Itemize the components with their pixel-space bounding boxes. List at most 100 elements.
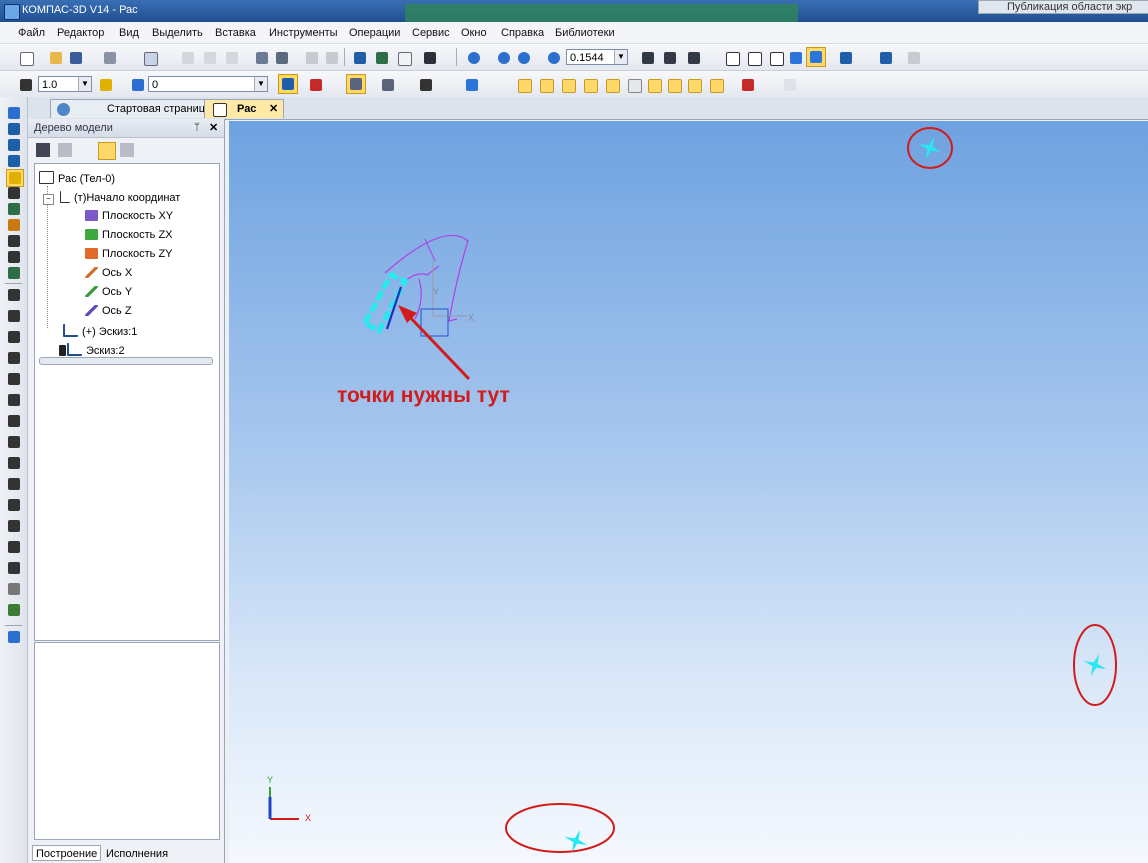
tree-node-plane-zx[interactable]: Плоскость ZX	[85, 229, 173, 241]
sketch-mode-icon[interactable]	[278, 74, 298, 94]
ortho-icon[interactable]	[416, 75, 436, 95]
segment-icon[interactable]	[6, 308, 22, 324]
tree-node-root[interactable]: Рас (Тел-0)	[39, 171, 115, 185]
snap-point-icon[interactable]	[514, 75, 534, 95]
tree-node-plane-xy[interactable]: Плоскость XY	[85, 210, 173, 222]
selected-edge[interactable]	[361, 271, 409, 335]
nurbs-icon[interactable]	[6, 497, 22, 513]
layer-input[interactable]: 0 ▼	[148, 76, 268, 92]
rotate-icon[interactable]	[660, 48, 680, 68]
export-icon[interactable]	[6, 629, 22, 645]
tab-start-page[interactable]: Стартовая страница	[50, 99, 222, 118]
copy-icon[interactable]	[6, 581, 22, 597]
menu-file[interactable]: Файл	[18, 27, 45, 39]
menu-libraries[interactable]: Библиотеки	[555, 27, 615, 39]
grid-icon[interactable]	[378, 75, 398, 95]
pan-icon[interactable]	[638, 48, 658, 68]
tab-executions[interactable]: Исполнения	[102, 845, 172, 861]
chamfer-icon[interactable]	[6, 413, 22, 429]
snap-end-icon[interactable]	[536, 75, 556, 95]
tree-view-icon[interactable]	[98, 142, 116, 160]
tree-node-origin[interactable]: − (т)Начало координат	[43, 191, 180, 205]
model-viewport[interactable]: Y X Y X точки нужны тут	[229, 121, 1148, 863]
menu-service[interactable]: Сервис	[412, 27, 450, 39]
pin-icon[interactable]: ᛘ	[194, 119, 200, 137]
snap-circle-icon[interactable]	[684, 75, 704, 95]
spline-icon[interactable]	[6, 265, 22, 281]
menu-tools[interactable]: Инструменты	[269, 27, 338, 39]
edit-part-icon[interactable]	[6, 105, 22, 121]
polyline-icon[interactable]	[6, 455, 22, 471]
snap-magnet-icon[interactable]	[738, 75, 758, 95]
list-icon[interactable]	[272, 48, 292, 68]
menu-editor[interactable]: Редактор	[57, 27, 104, 39]
surface-icon[interactable]	[6, 153, 22, 169]
copy-icon[interactable]	[200, 48, 220, 68]
magnet-snap-icon[interactable]	[306, 75, 326, 95]
step-cursor-icon[interactable]	[16, 75, 36, 95]
measure-icon[interactable]	[6, 233, 22, 249]
orientation-icon[interactable]	[6, 121, 22, 137]
help-pointer-icon[interactable]	[420, 48, 440, 68]
rect-icon[interactable]	[6, 518, 22, 534]
tree-order-icon[interactable]	[58, 143, 72, 157]
snap-tangent-icon[interactable]	[580, 75, 600, 95]
zoom-in-icon[interactable]	[494, 48, 514, 68]
parametric-icon[interactable]	[346, 74, 366, 94]
circle-icon[interactable]	[6, 350, 22, 366]
point-icon[interactable]	[6, 287, 22, 303]
taskbar-item[interactable]	[405, 4, 798, 22]
tree-node-axis-y[interactable]: Ось Y	[85, 286, 132, 298]
hidden-thin-icon[interactable]	[766, 48, 786, 68]
chevron-down-icon[interactable]: ▼	[254, 77, 267, 91]
perspective-icon[interactable]	[836, 48, 856, 68]
preview-icon[interactable]	[140, 48, 160, 68]
variables-icon[interactable]	[372, 48, 392, 68]
offset-icon[interactable]	[6, 434, 22, 450]
paint-icon[interactable]	[6, 602, 22, 618]
zoom-out-icon[interactable]	[514, 48, 534, 68]
snap-curve-icon[interactable]	[706, 75, 726, 95]
tree-node-sketch1[interactable]: (+) Эскиз:1	[63, 324, 137, 338]
hidden-lines-icon[interactable]	[744, 48, 764, 68]
layer-icon[interactable]	[128, 75, 148, 95]
tree-node-axis-x[interactable]: Ось X	[85, 267, 132, 279]
zoom-scale-input[interactable]: 0.1544 ▼	[566, 49, 628, 65]
text-icon[interactable]	[6, 249, 22, 265]
menu-select[interactable]: Выделить	[152, 27, 203, 39]
snap-mid-icon[interactable]	[664, 75, 684, 95]
tree-node-plane-zy[interactable]: Плоскость ZY	[85, 248, 173, 260]
tree-list-icon[interactable]	[120, 143, 134, 157]
point-marker-right[interactable]	[1080, 650, 1111, 681]
publication-tab[interactable]: Публикация области экр	[978, 0, 1148, 14]
close-icon[interactable]: ✕	[269, 100, 278, 119]
new-file-icon[interactable]	[16, 48, 36, 68]
disabled-snap-icon[interactable]	[780, 75, 800, 95]
cut-icon[interactable]	[178, 48, 198, 68]
tab-build[interactable]: Построение	[32, 845, 102, 861]
filter-icon[interactable]	[876, 48, 896, 68]
menu-window[interactable]: Окно	[461, 27, 487, 39]
redo-icon[interactable]	[322, 48, 342, 68]
tree-node-sketch2[interactable]: Эскиз:2	[59, 343, 125, 357]
open-folder-icon[interactable]	[46, 48, 66, 68]
chevron-down-icon[interactable]: ▼	[614, 50, 627, 64]
zoom-window-icon[interactable]	[464, 48, 484, 68]
wireframe-icon[interactable]	[722, 48, 742, 68]
constraint-icon[interactable]	[6, 201, 22, 217]
print-icon[interactable]	[100, 48, 120, 68]
menu-insert[interactable]: Вставка	[215, 27, 256, 39]
drawing-icon[interactable]	[904, 48, 924, 68]
hatch-icon[interactable]	[6, 560, 22, 576]
shaded-icon[interactable]	[786, 48, 806, 68]
point-marker-top[interactable]	[915, 133, 946, 164]
menu-help[interactable]: Справка	[501, 27, 544, 39]
chevron-down-icon[interactable]: ▼	[78, 77, 91, 91]
fillet-icon[interactable]	[6, 392, 22, 408]
step-input[interactable]: 1.0 ▼	[38, 76, 92, 92]
filter-icon[interactable]	[6, 137, 22, 153]
snap-center-icon[interactable]	[624, 75, 644, 95]
shaded-edges-icon[interactable]	[806, 47, 826, 67]
menu-operations[interactable]: Операции	[349, 27, 400, 39]
bezier-icon[interactable]	[6, 476, 22, 492]
